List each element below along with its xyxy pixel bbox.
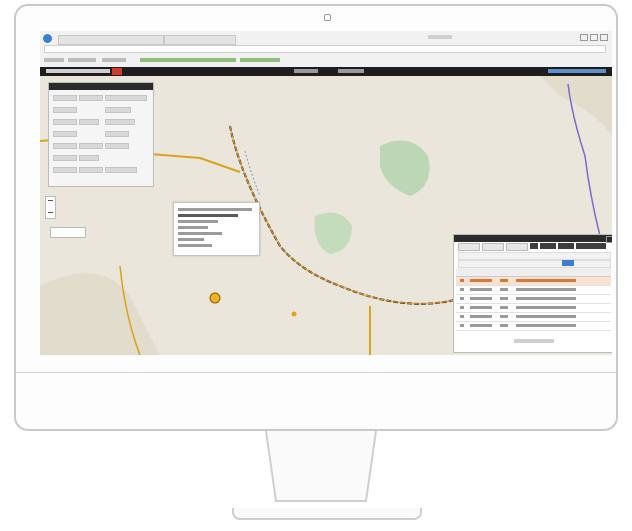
history-panel <box>453 234 612 353</box>
app-header <box>40 67 612 76</box>
vehicle-list-item[interactable] <box>79 167 103 173</box>
browser-tab[interactable] <box>58 35 164 45</box>
map-type-toggle[interactable] <box>50 227 86 238</box>
popup-line <box>178 244 212 247</box>
history-options-row <box>458 260 611 268</box>
history-filter-button[interactable] <box>482 243 504 251</box>
table-row[interactable] <box>456 286 611 295</box>
browser-toolbar <box>40 31 612 68</box>
history-panel-header <box>454 235 612 242</box>
vehicle-list-item[interactable] <box>53 95 77 101</box>
vehicle-list-panel <box>48 82 154 187</box>
vehicle-list-item[interactable] <box>105 143 129 149</box>
popup-line <box>178 226 208 229</box>
browser-tab[interactable] <box>164 35 236 45</box>
window-maximize-button[interactable] <box>590 34 598 41</box>
bookmark-item[interactable] <box>240 58 280 62</box>
table-row[interactable] <box>456 313 611 322</box>
popup-line <box>178 232 222 235</box>
history-filter-button[interactable] <box>458 243 480 251</box>
zoom-out-icon[interactable] <box>48 212 53 213</box>
window-close-button[interactable] <box>600 34 608 41</box>
camera-icon <box>324 14 331 21</box>
history-date-range[interactable] <box>458 252 611 260</box>
address-bar[interactable] <box>44 45 606 53</box>
table-row[interactable] <box>456 322 611 331</box>
vehicle-list-item[interactable] <box>53 131 77 137</box>
vehicle-marker-icon[interactable] <box>209 292 221 304</box>
bookmark-item[interactable] <box>68 58 96 62</box>
popup-line <box>178 208 252 211</box>
vehicle-list-item[interactable] <box>79 143 103 149</box>
vehicle-panel-header <box>49 83 153 90</box>
vehicle-list-item[interactable] <box>79 119 99 125</box>
browser-logo-icon <box>43 34 52 43</box>
vehicle-list-item[interactable] <box>53 167 77 173</box>
vehicle-list-item[interactable] <box>105 95 147 101</box>
vehicle-list-item[interactable] <box>105 167 137 173</box>
history-search-button[interactable] <box>562 260 574 266</box>
window-title-text <box>428 35 452 39</box>
location-pin-icon[interactable] <box>291 311 297 317</box>
pagination[interactable] <box>514 339 554 343</box>
popup-line <box>178 220 218 223</box>
vehicle-list-item[interactable] <box>105 119 135 125</box>
monitor-chin-divider <box>16 372 616 373</box>
history-action-button[interactable] <box>576 243 606 249</box>
table-row[interactable] <box>456 295 611 304</box>
vehicle-list-item[interactable] <box>79 155 99 161</box>
window-minimize-button[interactable] <box>580 34 588 41</box>
history-action-button[interactable] <box>530 243 538 249</box>
alert-badge[interactable] <box>112 68 122 75</box>
nav-item-report[interactable] <box>338 69 364 73</box>
popup-line <box>178 238 204 241</box>
history-filter-button[interactable] <box>506 243 528 251</box>
bookmark-item[interactable] <box>140 58 236 62</box>
app-title-text <box>46 69 110 73</box>
bookmark-item[interactable] <box>102 58 126 62</box>
history-table-header <box>456 268 611 277</box>
vehicle-list-item[interactable] <box>53 143 77 149</box>
table-row[interactable] <box>456 304 611 313</box>
history-action-button[interactable] <box>540 243 556 249</box>
zoom-in-icon[interactable] <box>48 200 53 201</box>
close-icon[interactable] <box>606 236 612 243</box>
vehicle-list-item[interactable] <box>53 155 77 161</box>
table-row[interactable] <box>456 277 611 286</box>
vehicle-list-item[interactable] <box>105 131 129 137</box>
nav-item-map[interactable] <box>294 69 318 73</box>
vehicle-list-item[interactable] <box>79 95 103 101</box>
monitor-stand <box>265 431 377 502</box>
monitor-base <box>232 508 422 520</box>
nav-item-user[interactable] <box>548 69 606 73</box>
vehicle-list-item[interactable] <box>105 107 131 113</box>
vehicle-list-item[interactable] <box>53 107 77 113</box>
zoom-control <box>45 196 56 219</box>
popup-line <box>178 214 238 217</box>
vehicle-info-popup <box>173 202 260 256</box>
vehicle-list-item[interactable] <box>53 119 77 125</box>
screen <box>40 31 612 355</box>
bookmark-item[interactable] <box>44 58 64 62</box>
history-action-button[interactable] <box>558 243 574 249</box>
